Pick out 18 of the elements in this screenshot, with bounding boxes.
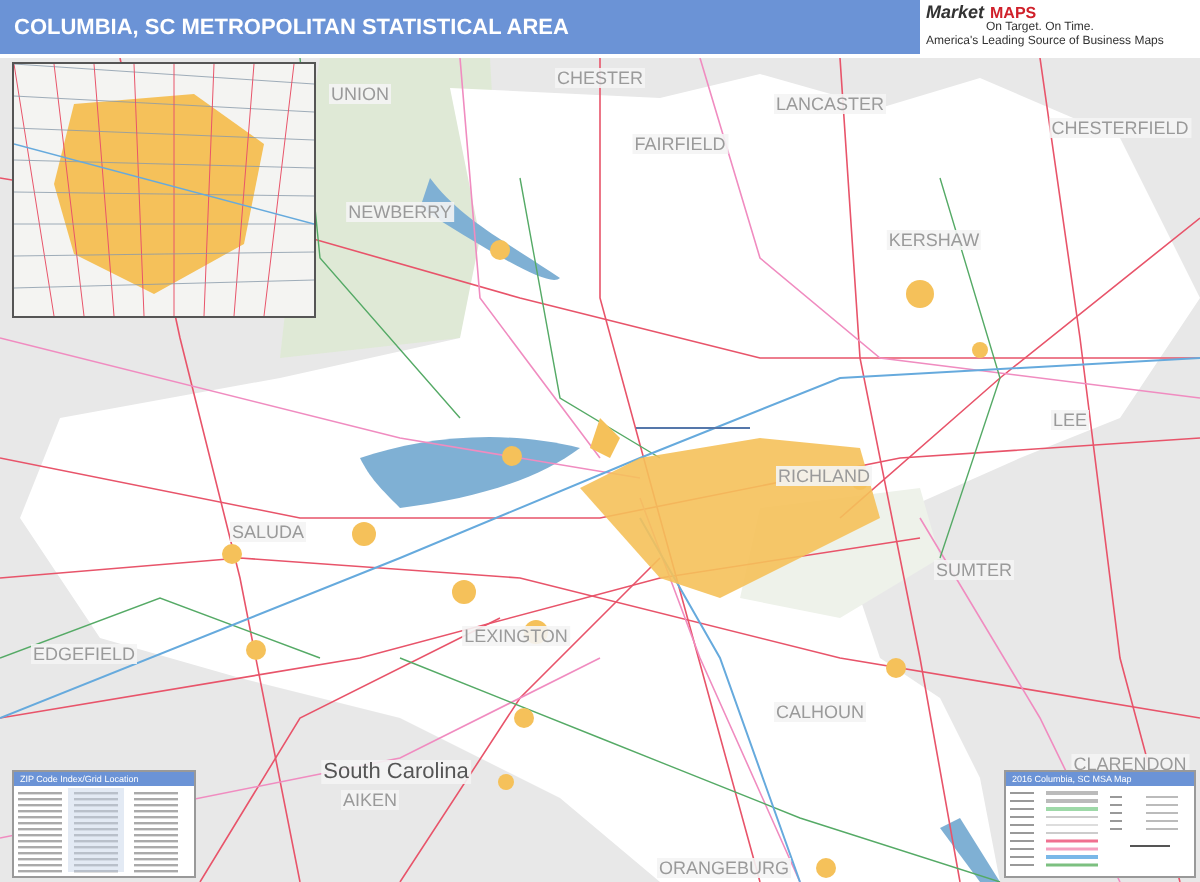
county-label: SUMTER — [934, 560, 1014, 580]
county-label: EDGEFIELD — [31, 644, 137, 664]
county-label: ORANGEBURG — [657, 858, 791, 878]
county-label: LANCASTER — [774, 94, 886, 114]
county-label: LEE — [1051, 410, 1089, 430]
county-label: CHESTER — [555, 68, 645, 88]
map-title: COLUMBIA, SC METROPOLITAN STATISTICAL AREA — [12, 15, 569, 39]
county-label: CALHOUN — [774, 702, 866, 722]
state-label: South Carolina — [321, 760, 471, 784]
county-label: CHESTERFIELD — [1049, 118, 1191, 138]
county-label: SALUDA — [230, 522, 306, 542]
county-label: LEXINGTON — [462, 626, 570, 646]
county-label: FAIRFIELD — [632, 134, 728, 154]
county-label: KERSHAW — [886, 230, 982, 250]
county-label: AIKEN — [341, 790, 399, 810]
county-label: UNION — [329, 84, 391, 104]
county-label: RICHLAND — [776, 466, 872, 486]
county-label: NEWBERRY — [346, 202, 454, 222]
